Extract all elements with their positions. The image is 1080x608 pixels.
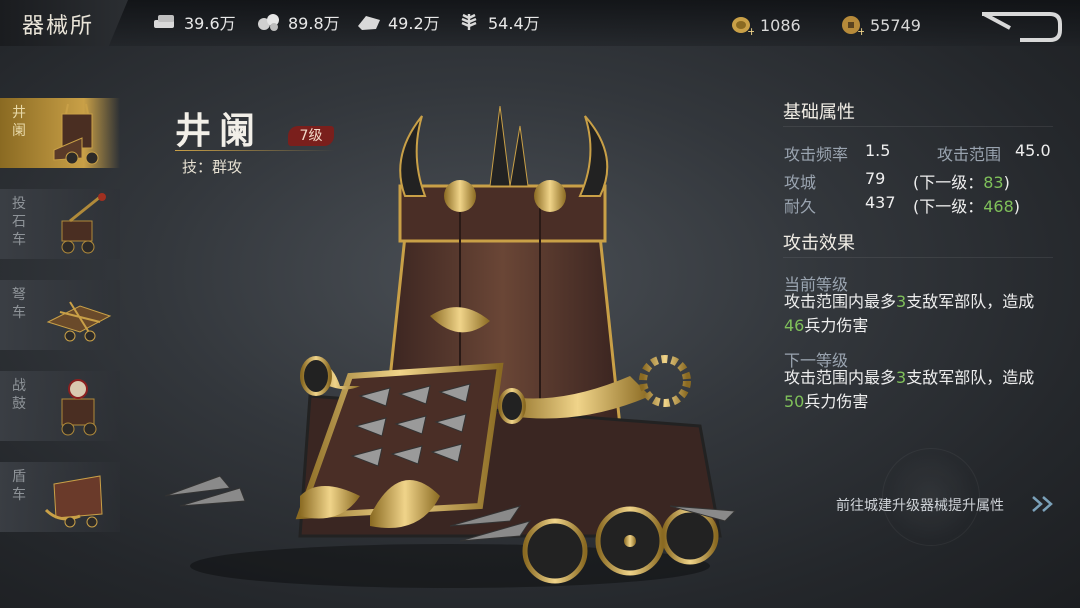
basic-attributes-heading: 基础属性 bbox=[783, 102, 855, 123]
effect-text: 攻击范围内最多 bbox=[784, 292, 897, 311]
copper-coin-counter[interactable]: + 55749 bbox=[840, 14, 921, 36]
sidebar-item-catapult[interactable]: 投石车 bbox=[0, 189, 120, 259]
resource-iron: 89.8万 bbox=[256, 10, 340, 34]
resource-wood: 39.6万 bbox=[152, 10, 236, 34]
resource-grain: 54.4万 bbox=[456, 10, 540, 34]
page-title: 器械所 bbox=[22, 14, 95, 39]
sidebar-item-ballista[interactable]: 弩车 bbox=[0, 280, 120, 350]
siege-next-value: 83 bbox=[983, 173, 1004, 192]
resource-stone-value: 49.2万 bbox=[388, 14, 440, 33]
durability-label: 耐久 bbox=[784, 197, 817, 216]
effect-text: 攻击范围内最多 bbox=[784, 368, 897, 387]
gold-ingot-value: 1086 bbox=[760, 15, 801, 35]
shield-cart-thumbnail bbox=[44, 475, 103, 528]
siege-label: 攻城 bbox=[784, 173, 817, 192]
next-level-effect: 攻击范围内最多3支敌军部队，造成 50兵力伤害 bbox=[784, 366, 1074, 414]
durability-value: 437 bbox=[865, 193, 896, 212]
siege-next-level: (下一级：83) bbox=[913, 169, 1010, 193]
stone-icon bbox=[358, 16, 380, 30]
siege-next-suffix: ) bbox=[1003, 173, 1010, 192]
attack-range-value: 45.0 bbox=[1015, 141, 1051, 160]
svg-text:+: + bbox=[857, 25, 864, 36]
sidebar-item-label: 盾车 bbox=[12, 469, 26, 503]
effect-count: 3 bbox=[896, 292, 907, 311]
siege-tower-thumbnail bbox=[53, 103, 99, 165]
sidebar-item-label: 井阑 bbox=[12, 105, 26, 139]
divider bbox=[783, 126, 1053, 127]
svg-text:+: + bbox=[747, 25, 754, 36]
siege-tower-illustration bbox=[164, 105, 737, 588]
resource-iron-value: 89.8万 bbox=[288, 14, 340, 33]
effect-text: 支敌军部队，造成 bbox=[906, 368, 1035, 387]
durability-next-level: (下一级：468) bbox=[913, 193, 1020, 217]
sidebar-item-label: 投石车 bbox=[12, 196, 26, 248]
attack-range-label: 攻击范围 bbox=[937, 145, 1002, 164]
double-chevron-right-icon[interactable] bbox=[1030, 494, 1056, 514]
effect-text: 支敌军部队，造成 bbox=[906, 292, 1035, 311]
copper-coin-icon: + bbox=[842, 16, 864, 36]
resource-stone: 49.2万 bbox=[356, 10, 440, 34]
back-button[interactable] bbox=[980, 10, 1062, 42]
attack-rate-label: 攻击频率 bbox=[784, 145, 849, 164]
gold-ingot-counter[interactable]: + 1086 bbox=[730, 14, 801, 36]
war-drum-thumbnail bbox=[61, 379, 97, 436]
divider bbox=[783, 257, 1053, 258]
effect-count: 3 bbox=[896, 368, 907, 387]
siege-value: 79 bbox=[865, 169, 886, 188]
sidebar-item-label: 弩车 bbox=[12, 287, 26, 321]
ballista-thumbnail bbox=[46, 301, 112, 342]
gold-ingot-icon: + bbox=[732, 17, 754, 36]
effect-damage: 50 bbox=[784, 392, 805, 411]
iron-icon bbox=[258, 14, 279, 31]
current-level-effect: 攻击范围内最多3支敌军部队，造成 46兵力伤害 bbox=[784, 290, 1074, 338]
resource-wood-value: 39.6万 bbox=[184, 14, 236, 33]
catapult-thumbnail bbox=[61, 193, 106, 254]
durability-next-suffix: ) bbox=[1013, 197, 1021, 216]
attack-effects-heading: 攻击效果 bbox=[783, 233, 855, 254]
effect-text: 兵力伤害 bbox=[804, 392, 869, 411]
sidebar-item-label: 战鼓 bbox=[12, 378, 26, 412]
effect-text: 兵力伤害 bbox=[804, 316, 869, 335]
attack-rate-value: 1.5 bbox=[865, 141, 891, 160]
effect-damage: 46 bbox=[784, 316, 805, 335]
sidebar-item-shield-cart[interactable]: 盾车 bbox=[0, 462, 120, 532]
resource-grain-value: 54.4万 bbox=[488, 14, 540, 33]
wood-icon bbox=[154, 15, 174, 28]
sidebar-item-jinglan[interactable]: 井阑 bbox=[0, 98, 120, 168]
siege-next-prefix: (下一级： bbox=[913, 173, 984, 192]
durability-next-value: 468 bbox=[983, 197, 1014, 216]
grain-icon bbox=[461, 13, 477, 30]
sidebar-item-war-drum[interactable]: 战鼓 bbox=[0, 371, 120, 441]
durability-next-prefix: (下一级： bbox=[913, 197, 984, 216]
copper-coin-value: 55749 bbox=[870, 15, 921, 35]
goto-upgrade-link[interactable]: 前往城建升级器械提升属性 bbox=[836, 495, 1004, 515]
